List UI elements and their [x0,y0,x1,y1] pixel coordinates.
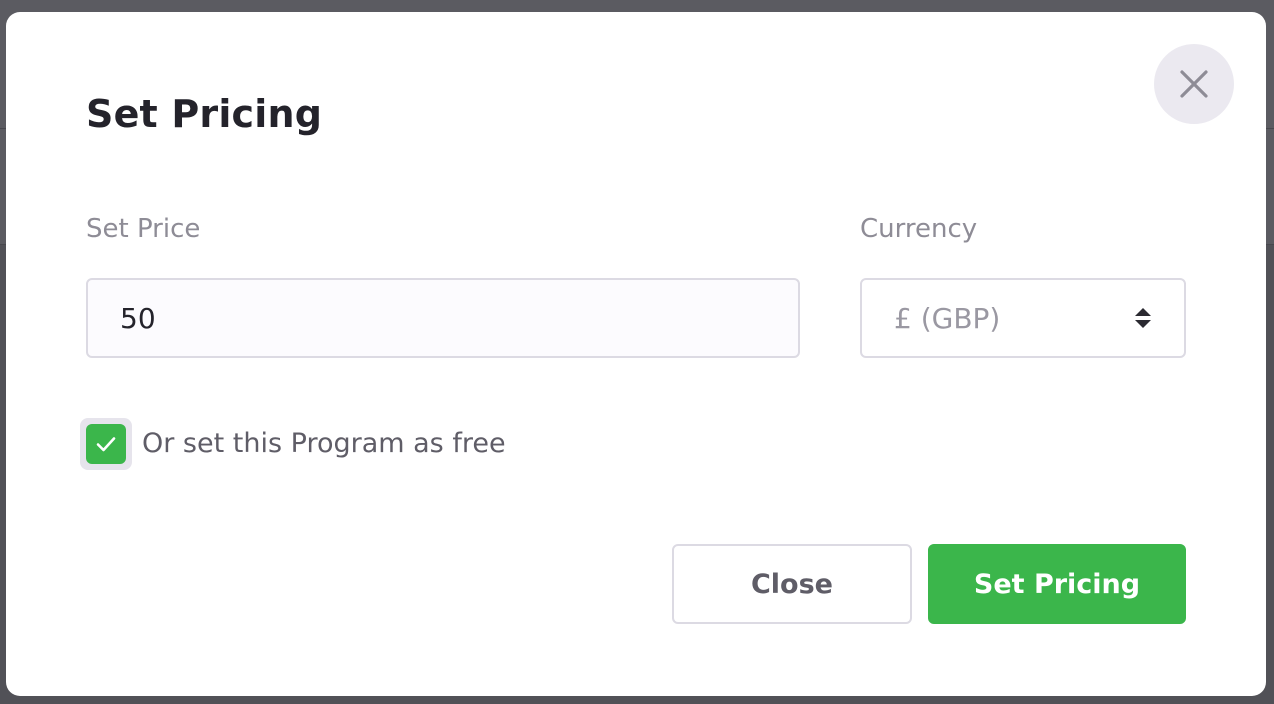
currency-selected-value: £ (GBP) [894,301,1001,335]
sort-arrows-icon [1135,308,1151,328]
free-program-label: Or set this Program as free [142,428,506,459]
close-button[interactable]: Close [672,544,912,624]
dialog-close-button[interactable] [1154,44,1234,124]
currency-select[interactable]: £ (GBP) [860,278,1186,358]
check-icon [96,437,116,452]
price-input[interactable] [86,278,800,358]
price-label: Set Price [86,214,201,244]
set-pricing-button[interactable]: Set Pricing [928,544,1186,624]
pricing-dialog: Set Pricing Set Price Currency £ (GBP) O… [6,12,1266,696]
free-program-checkbox[interactable] [80,418,132,470]
currency-label: Currency [860,214,978,244]
dialog-title: Set Pricing [86,92,323,136]
checkbox-checked-fill [86,424,126,464]
close-icon [1180,70,1208,98]
